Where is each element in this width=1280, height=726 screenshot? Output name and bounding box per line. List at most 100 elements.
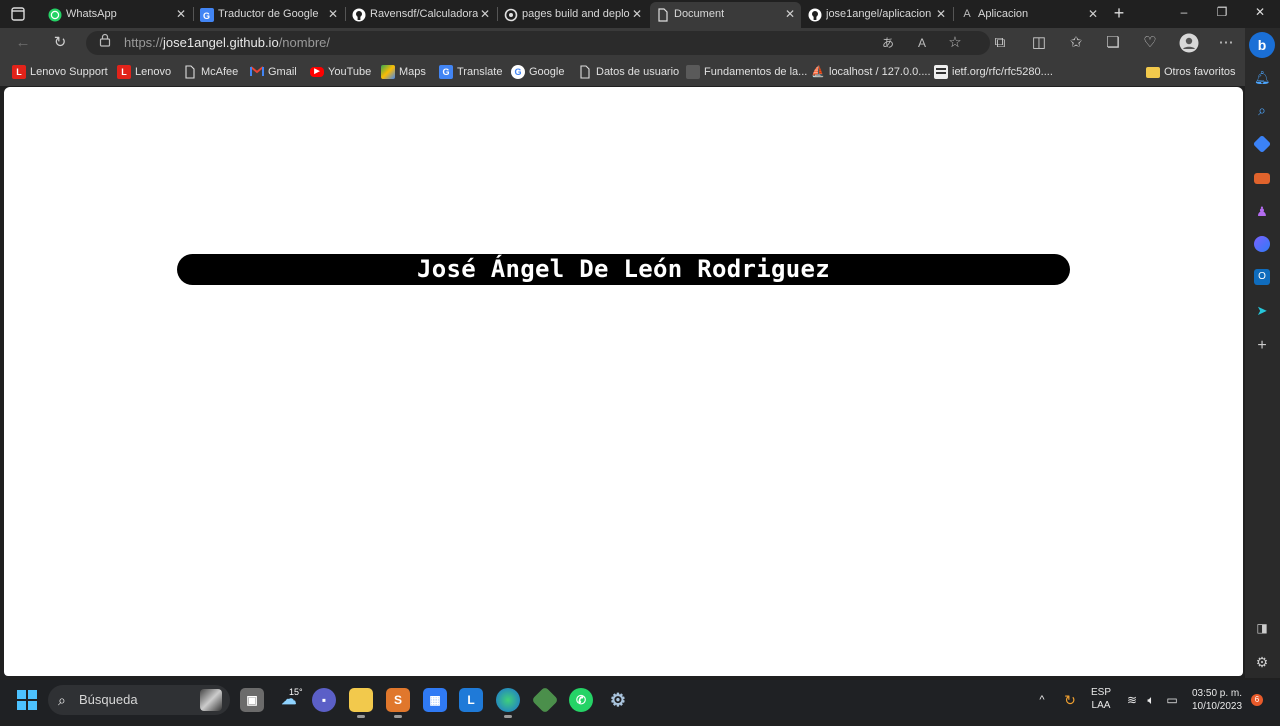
wifi-icon[interactable]: ≋ bbox=[1124, 680, 1140, 720]
hide-sidebar-icon[interactable]: ◨ bbox=[1254, 620, 1270, 636]
google-translate-icon: G bbox=[200, 7, 214, 22]
windows-start-icon[interactable] bbox=[17, 690, 37, 710]
tab-aplicacion[interactable]: A Aplicacion ✕ bbox=[954, 2, 1104, 26]
bookmark-label: localhost / 127.0.0.... bbox=[829, 66, 931, 78]
search-highlight-image bbox=[200, 689, 222, 711]
tab-pages-build[interactable]: pages build and deplo ✕ bbox=[498, 2, 648, 26]
close-icon[interactable]: ✕ bbox=[328, 2, 338, 26]
tab-google-translate[interactable]: G Traductor de Google ✕ bbox=[194, 2, 344, 26]
page-icon bbox=[578, 65, 592, 79]
translate-page-icon[interactable]: あ bbox=[878, 33, 898, 53]
settings-gear-icon[interactable]: ⚙ bbox=[1254, 654, 1270, 670]
bookmark-ietf[interactable]: ietf.org/rfc/rfc5280.... bbox=[934, 64, 1053, 80]
shopping-tag-icon[interactable] bbox=[1252, 134, 1272, 154]
favorites-icon[interactable]: ✩ bbox=[1066, 33, 1086, 53]
split-screen-icon[interactable]: ◫ bbox=[1029, 33, 1049, 53]
notifications-bell-icon[interactable]: 🔔︎ bbox=[1254, 70, 1271, 86]
taskbar-search[interactable]: ⌕ Búsqueda bbox=[48, 685, 230, 715]
bookmark-localhost[interactable]: ⛵ localhost / 127.0.0.... bbox=[811, 64, 931, 80]
close-icon[interactable]: ✕ bbox=[632, 2, 642, 26]
tab-title: Ravensdf/Calculadora bbox=[370, 8, 479, 20]
volume-icon[interactable]: 🔈︎ bbox=[1144, 680, 1158, 720]
tab-calculadora[interactable]: Ravensdf/Calculadora ✕ bbox=[346, 2, 496, 26]
bookmark-translate[interactable]: G Translate bbox=[439, 64, 502, 80]
collections-icon[interactable]: ❏ bbox=[1103, 33, 1123, 53]
more-options-icon[interactable]: ⋯ bbox=[1216, 33, 1236, 53]
close-window-button[interactable]: ✕ bbox=[1250, 5, 1270, 23]
bookmark-gmail[interactable]: Gmail bbox=[250, 64, 297, 80]
bookmark-label: Otros favoritos bbox=[1164, 66, 1236, 78]
github-icon bbox=[808, 7, 822, 22]
read-aloud-icon[interactable]: A bbox=[912, 33, 932, 53]
copilot-icon[interactable]: b bbox=[1249, 32, 1275, 58]
tools-icon[interactable] bbox=[1254, 173, 1270, 184]
weather-temperature: 15° bbox=[289, 687, 303, 697]
tab-whatsapp[interactable]: WhatsApp ✕ bbox=[42, 2, 192, 26]
tab-document[interactable]: Document ✕ bbox=[650, 2, 801, 28]
microsoft-store-icon[interactable]: ▦ bbox=[423, 688, 447, 712]
show-hidden-icons[interactable]: ^ bbox=[1035, 680, 1049, 720]
system-clock[interactable]: 03:50 p. m. 10/10/2023 bbox=[1188, 687, 1246, 713]
search-icon[interactable]: ⌕ bbox=[1254, 102, 1270, 118]
bookmark-maps[interactable]: Maps bbox=[381, 64, 426, 80]
close-icon[interactable]: ✕ bbox=[936, 2, 946, 26]
edge-browser-icon[interactable] bbox=[496, 688, 520, 718]
lenovo-vantage-icon[interactable]: L bbox=[459, 688, 483, 712]
sublime-text-icon[interactable]: S bbox=[386, 688, 410, 718]
bookmark-datos-usuario[interactable]: Datos de usuario bbox=[578, 64, 679, 80]
tab-title: WhatsApp bbox=[66, 8, 117, 20]
bookmark-lenovo-support[interactable]: L Lenovo Support bbox=[12, 64, 108, 80]
microsoft-365-icon[interactable] bbox=[1254, 236, 1270, 252]
bookmark-label: Gmail bbox=[268, 66, 297, 78]
file-explorer-icon[interactable] bbox=[349, 688, 373, 718]
bookmark-fundamentos[interactable]: Fundamentos de la... bbox=[686, 64, 807, 80]
tab-actions-icon[interactable] bbox=[10, 6, 28, 22]
bookmark-lenovo[interactable]: L Lenovo bbox=[117, 64, 171, 80]
task-view-icon[interactable]: ▣ bbox=[240, 688, 264, 712]
language-indicator[interactable]: ESP LAA bbox=[1088, 686, 1114, 726]
bookmark-label: Lenovo Support bbox=[30, 66, 108, 78]
profile-avatar[interactable] bbox=[1179, 33, 1199, 53]
bookmarks-bar: L Lenovo Support L Lenovo McAfee Gmail ▶… bbox=[0, 58, 1280, 86]
ietf-icon bbox=[934, 65, 948, 79]
tab-aplicacion-repo[interactable]: jose1angel/aplicacion ✕ bbox=[802, 2, 952, 26]
favorite-star-icon[interactable]: ☆ bbox=[945, 33, 965, 53]
tab-title: jose1angel/aplicacion bbox=[826, 8, 932, 20]
drop-icon[interactable]: ➤ bbox=[1254, 303, 1270, 319]
add-sidebar-app-icon[interactable]: + bbox=[1254, 338, 1270, 354]
bookmark-label: YouTube bbox=[328, 66, 372, 78]
close-icon[interactable]: ✕ bbox=[785, 2, 795, 26]
bookmark-google[interactable]: G Google bbox=[511, 64, 564, 80]
search-label: Búsqueda bbox=[79, 692, 138, 707]
new-tab-button[interactable]: + bbox=[1110, 4, 1128, 22]
bookmark-label: ietf.org/rfc/rfc5280.... bbox=[952, 66, 1053, 78]
minimize-button[interactable]: – bbox=[1174, 5, 1194, 23]
whatsapp-taskbar-icon[interactable]: ✆ bbox=[569, 688, 593, 712]
address-bar[interactable]: https://jose1angel.github.io/nombre/ あ A… bbox=[86, 31, 990, 55]
bookmark-mcafee[interactable]: McAfee bbox=[183, 64, 238, 80]
bookmark-otros-favoritos[interactable]: Otros favoritos bbox=[1146, 64, 1236, 80]
outlook-icon[interactable]: O bbox=[1254, 269, 1270, 285]
git-icon[interactable] bbox=[531, 686, 559, 714]
lenovo-icon: L bbox=[12, 65, 26, 79]
back-button[interactable]: ← bbox=[13, 33, 33, 53]
close-icon[interactable]: ✕ bbox=[176, 2, 186, 26]
restore-button[interactable]: ❐ bbox=[1212, 5, 1232, 23]
settings-app-icon[interactable]: ⚙ bbox=[606, 688, 630, 712]
notification-badge[interactable]: 6 bbox=[1251, 694, 1263, 706]
refresh-button[interactable]: ↻ bbox=[50, 33, 70, 53]
update-sync-icon[interactable]: ↻ bbox=[1060, 680, 1080, 720]
games-icon[interactable]: ♟ bbox=[1254, 204, 1270, 220]
url-host: jose1angel.github.io bbox=[163, 35, 279, 50]
close-icon[interactable]: ✕ bbox=[1088, 2, 1098, 26]
bookmark-image-icon bbox=[686, 65, 700, 79]
teams-chat-icon[interactable]: ▪ bbox=[312, 688, 336, 712]
extensions-icon[interactable]: ⧉ bbox=[990, 33, 1010, 53]
bookmark-youtube[interactable]: ▶ YouTube bbox=[310, 64, 371, 80]
site-info-icon[interactable] bbox=[95, 33, 115, 53]
close-icon[interactable]: ✕ bbox=[480, 2, 490, 26]
maps-icon bbox=[381, 65, 395, 79]
battery-icon[interactable]: ▭ bbox=[1163, 680, 1181, 720]
browser-essentials-icon[interactable]: ♡ bbox=[1140, 33, 1160, 53]
url-text[interactable]: https://jose1angel.github.io/nombre/ bbox=[124, 31, 330, 55]
